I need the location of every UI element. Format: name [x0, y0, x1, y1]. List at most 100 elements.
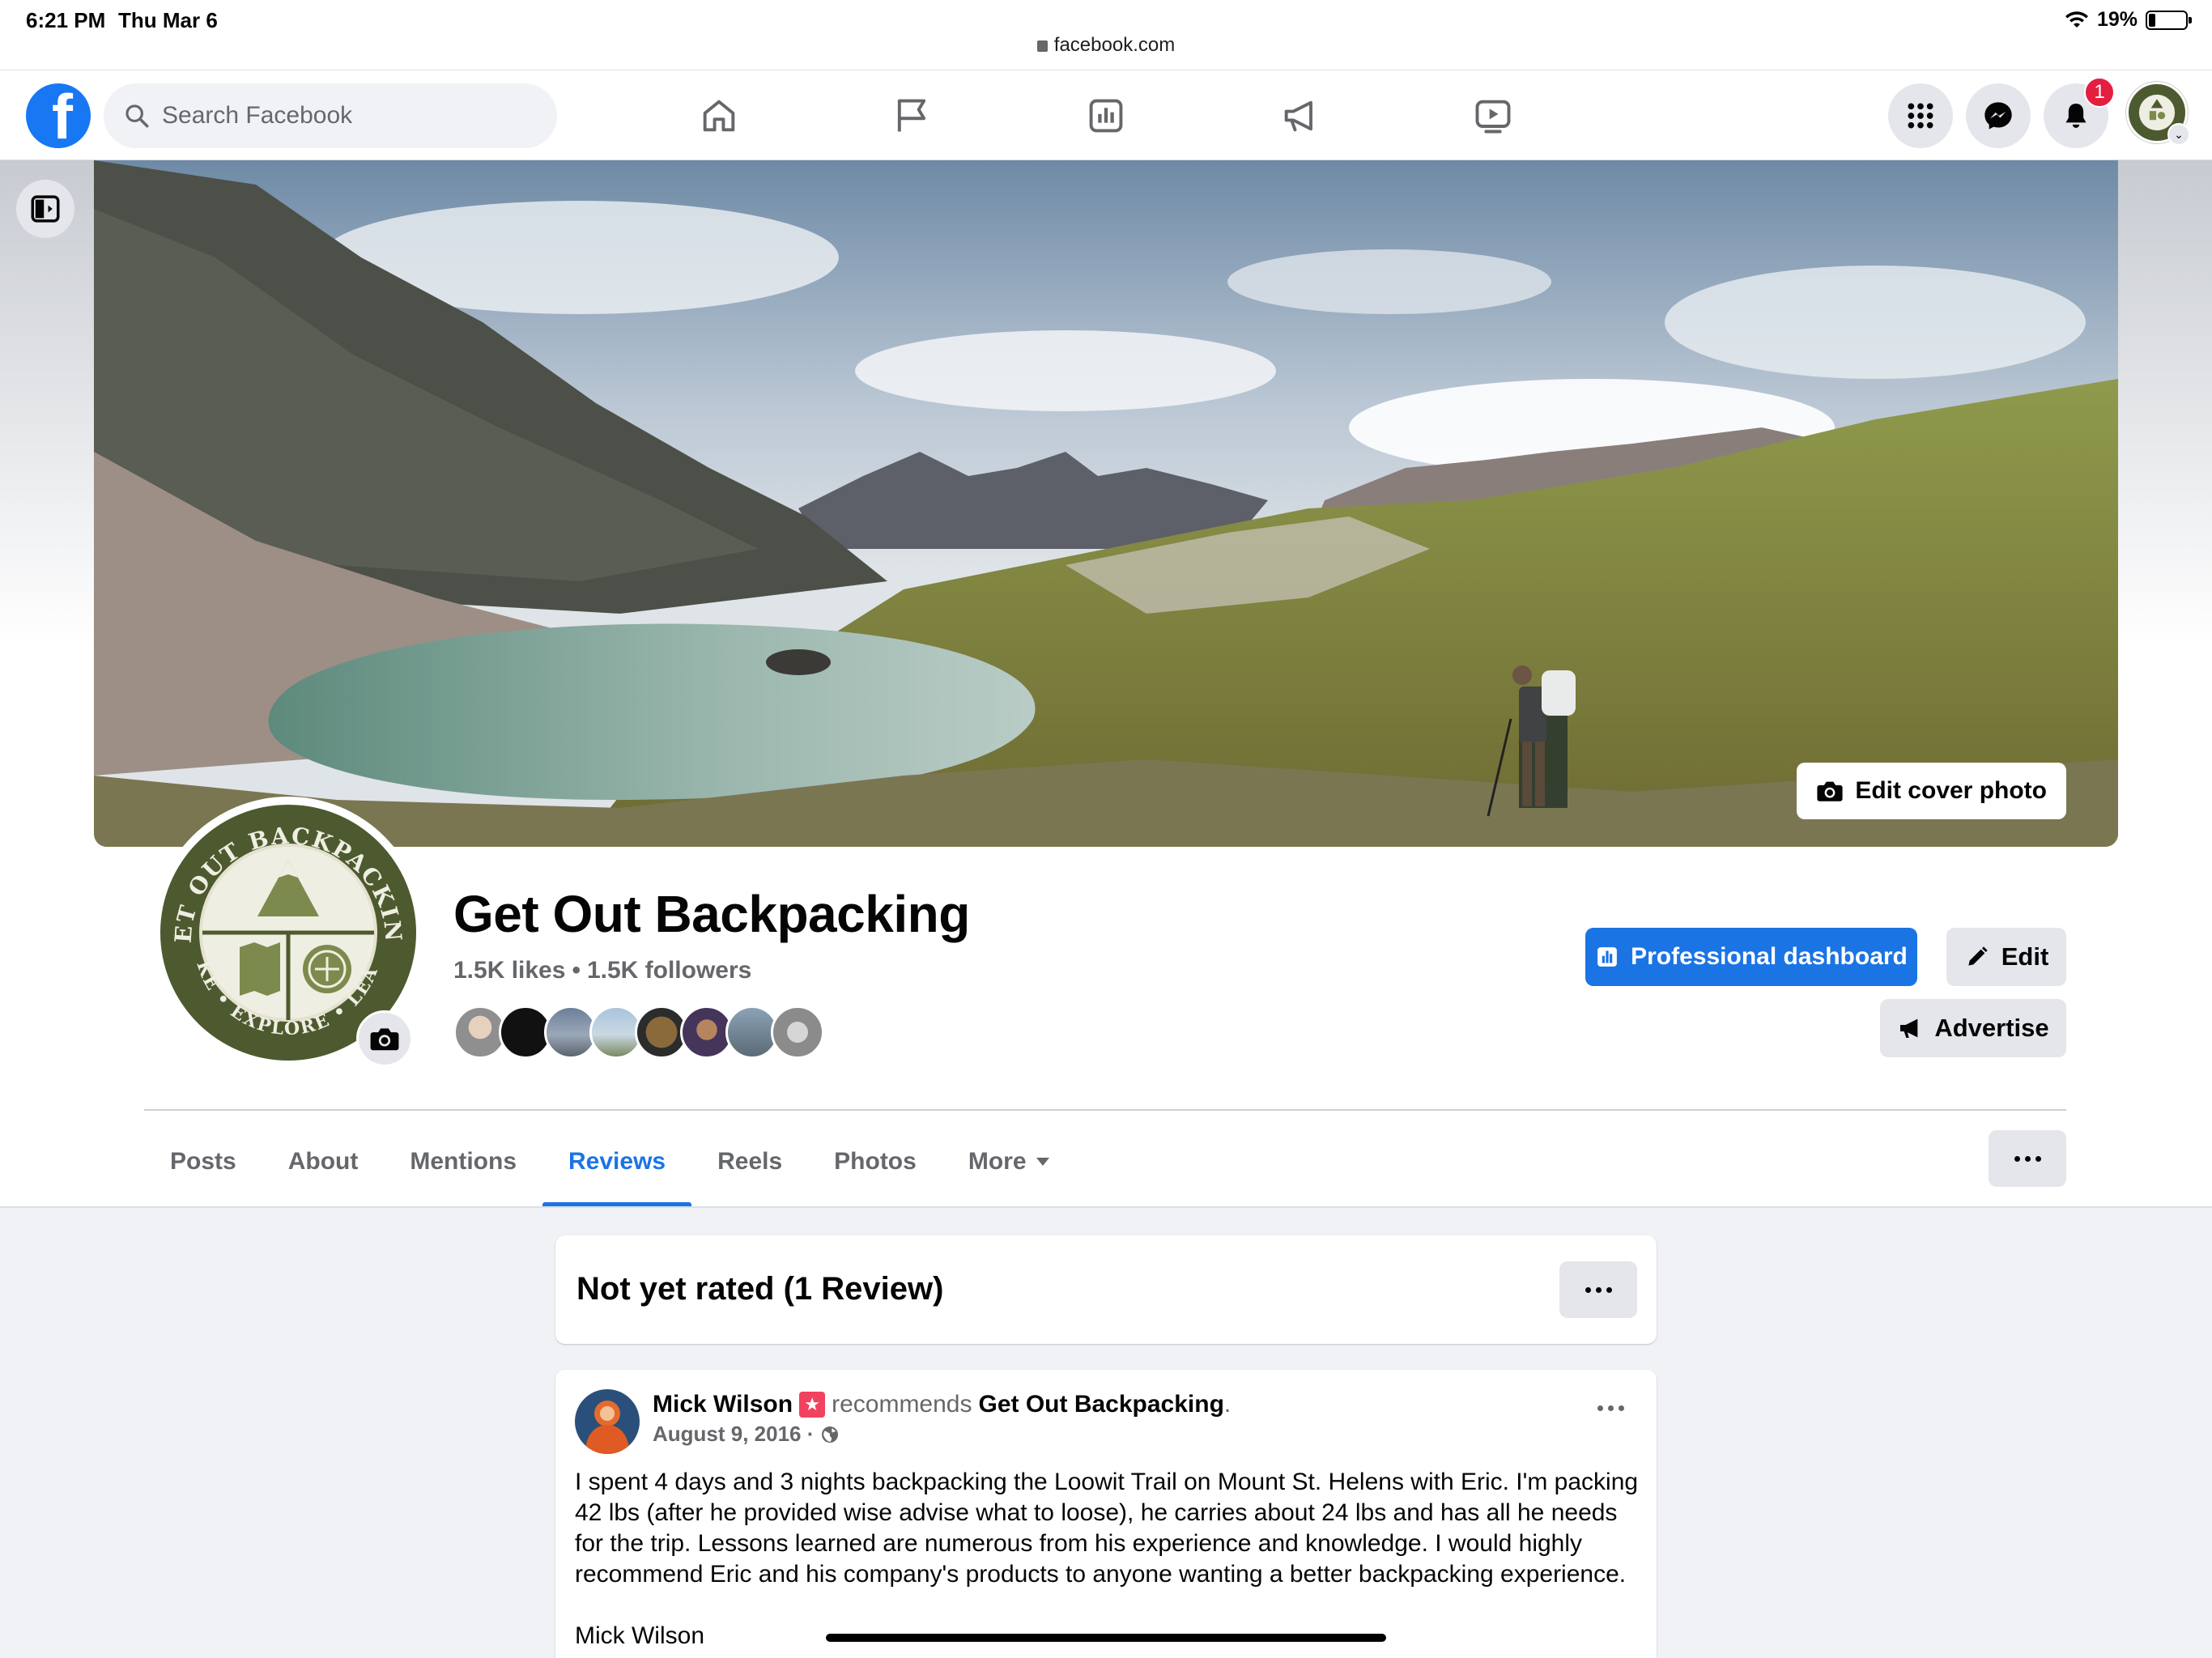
messenger-button[interactable] — [1966, 83, 2031, 148]
nav-watch[interactable] — [1467, 90, 1519, 142]
reviewer-name[interactable]: Mick Wilson — [653, 1391, 793, 1418]
chevron-down-icon[interactable]: ⌄ — [2167, 123, 2190, 146]
dashboard-chart-icon — [1597, 947, 1617, 967]
nav-pages[interactable] — [886, 90, 938, 142]
page-options-button[interactable] — [1989, 1130, 2066, 1187]
advertise-button[interactable]: Advertise — [1880, 999, 2066, 1057]
edit-label: Edit — [2001, 942, 2049, 971]
tab-mentions[interactable]: Mentions — [384, 1117, 542, 1206]
edit-cover-photo-button[interactable]: Edit cover photo — [1797, 763, 2066, 819]
page-title: Get Out Backpacking — [453, 885, 970, 943]
sidebar-toggle-button[interactable] — [16, 180, 74, 238]
url-text: facebook.com — [1053, 34, 1176, 56]
page-stats[interactable]: 1.5K likes • 1.5K followers — [453, 957, 751, 984]
menu-button[interactable] — [1888, 83, 1953, 148]
professional-dashboard-button[interactable]: Professional dashboard — [1585, 928, 1917, 986]
pencil-icon — [1968, 946, 1988, 966]
battery-icon — [2146, 10, 2192, 30]
account-avatar[interactable]: ⌄ — [2126, 82, 2190, 146]
search-bar[interactable] — [104, 83, 557, 148]
menu-grid-icon — [1908, 103, 1933, 129]
recommend-flag-icon: ★ — [799, 1392, 826, 1418]
header-divider — [144, 1109, 2066, 1111]
status-date: Thu Mar 6 — [118, 8, 218, 32]
more-dots-icon — [2035, 1155, 2041, 1162]
status-bar: 6:21 PM Thu Mar 6 facebook.com 19% — [0, 0, 2212, 70]
insights-icon — [1089, 99, 1123, 133]
pages-flag-icon — [897, 99, 926, 132]
tab-about[interactable]: About — [262, 1117, 385, 1206]
review-meta: August 9, 2016 · — [653, 1422, 840, 1447]
address-bar[interactable]: facebook.com — [0, 34, 2212, 57]
tab-label: Posts — [170, 1148, 236, 1175]
rating-summary-card: Not yet rated (1 Review) — [555, 1235, 1657, 1344]
cover-photo: Edit cover photo — [94, 160, 2118, 847]
reviewer-avatar[interactable] — [575, 1389, 640, 1454]
tab-label: Mentions — [410, 1148, 517, 1175]
more-dots-icon — [1585, 1286, 1591, 1293]
tab-label: More — [968, 1148, 1027, 1175]
tab-label: Reviews — [568, 1148, 666, 1175]
tab-photos[interactable]: Photos — [808, 1117, 942, 1206]
home-indicator[interactable] — [826, 1634, 1386, 1642]
nav-ads[interactable] — [1274, 90, 1326, 142]
more-dots-icon — [1606, 1286, 1612, 1293]
page-tabs: Posts About Mentions Reviews Reels Photo… — [144, 1117, 1075, 1206]
cover-landscape-image — [94, 160, 2118, 847]
likes-count[interactable]: 1.5K likes — [453, 957, 565, 984]
review-card: Mick Wilson ★ recommends Get Out Backpac… — [555, 1370, 1657, 1658]
search-input[interactable] — [162, 102, 502, 130]
review-date[interactable]: August 9, 2016 · — [653, 1422, 814, 1447]
edit-page-button[interactable]: Edit — [1946, 928, 2066, 986]
logo-letter: f — [52, 83, 73, 148]
notifications-button[interactable]: 1 — [2044, 77, 2115, 148]
separator-dot: • — [572, 957, 581, 984]
follower-avatar[interactable] — [771, 1005, 824, 1059]
tab-more[interactable]: More — [942, 1117, 1075, 1206]
tab-reels[interactable]: Reels — [691, 1117, 808, 1206]
status-indicators: 19% — [2065, 8, 2192, 32]
rating-options-button[interactable] — [1559, 1261, 1637, 1318]
advertise-label: Advertise — [1934, 1014, 2049, 1042]
tab-label: Photos — [834, 1148, 917, 1175]
review-text: I spent 4 days and 3 nights backpacking … — [575, 1469, 1639, 1588]
update-profile-picture-button[interactable] — [356, 1010, 413, 1067]
wifi-icon — [2065, 11, 2088, 28]
ads-megaphone-icon — [1284, 100, 1312, 132]
more-dots-icon — [1597, 1405, 1603, 1411]
camera-icon — [370, 1028, 399, 1051]
more-dots-icon — [2014, 1155, 2020, 1162]
status-time: 6:21 PM — [26, 8, 106, 32]
notification-badge: 1 — [2084, 77, 2115, 108]
battery-percent: 19% — [2096, 8, 2138, 31]
tab-label: About — [287, 1148, 359, 1175]
tab-reviews[interactable]: Reviews — [542, 1117, 692, 1206]
top-navigation: f 1 ⌄ — [0, 70, 2212, 160]
header-bottom-border — [0, 1206, 2212, 1208]
lock-icon — [1036, 40, 1048, 52]
nav-home[interactable] — [693, 90, 745, 142]
more-dots-icon — [1608, 1405, 1614, 1411]
review-options-button[interactable] — [1597, 1405, 1624, 1411]
follower-avatars — [453, 1005, 824, 1059]
notifications-bell-icon — [2065, 104, 2087, 128]
rating-title: Not yet rated (1 Review) — [576, 1271, 944, 1307]
review-header: Mick Wilson ★ recommends Get Out Backpac… — [653, 1391, 1231, 1418]
review-verb: recommends — [832, 1391, 972, 1418]
reviewed-page-link[interactable]: Get Out Backpacking — [979, 1391, 1224, 1418]
caret-down-icon — [1036, 1158, 1049, 1166]
tab-label: Reels — [717, 1148, 783, 1175]
battery-level — [2149, 13, 2155, 27]
more-dots-icon — [2024, 1155, 2031, 1162]
nav-insights[interactable] — [1080, 90, 1132, 142]
camera-icon — [1817, 781, 1843, 801]
review-signature: Mick Wilson — [575, 1622, 705, 1649]
followers-count[interactable]: 1.5K followers — [587, 957, 751, 984]
facebook-logo[interactable]: f — [26, 83, 91, 148]
megaphone-icon — [1900, 1018, 1918, 1038]
tab-posts[interactable]: Posts — [144, 1117, 262, 1206]
watch-video-icon — [1475, 100, 1511, 134]
messenger-icon — [1984, 102, 2012, 130]
globe-icon — [822, 1426, 839, 1443]
sidebar-icon — [31, 195, 60, 223]
